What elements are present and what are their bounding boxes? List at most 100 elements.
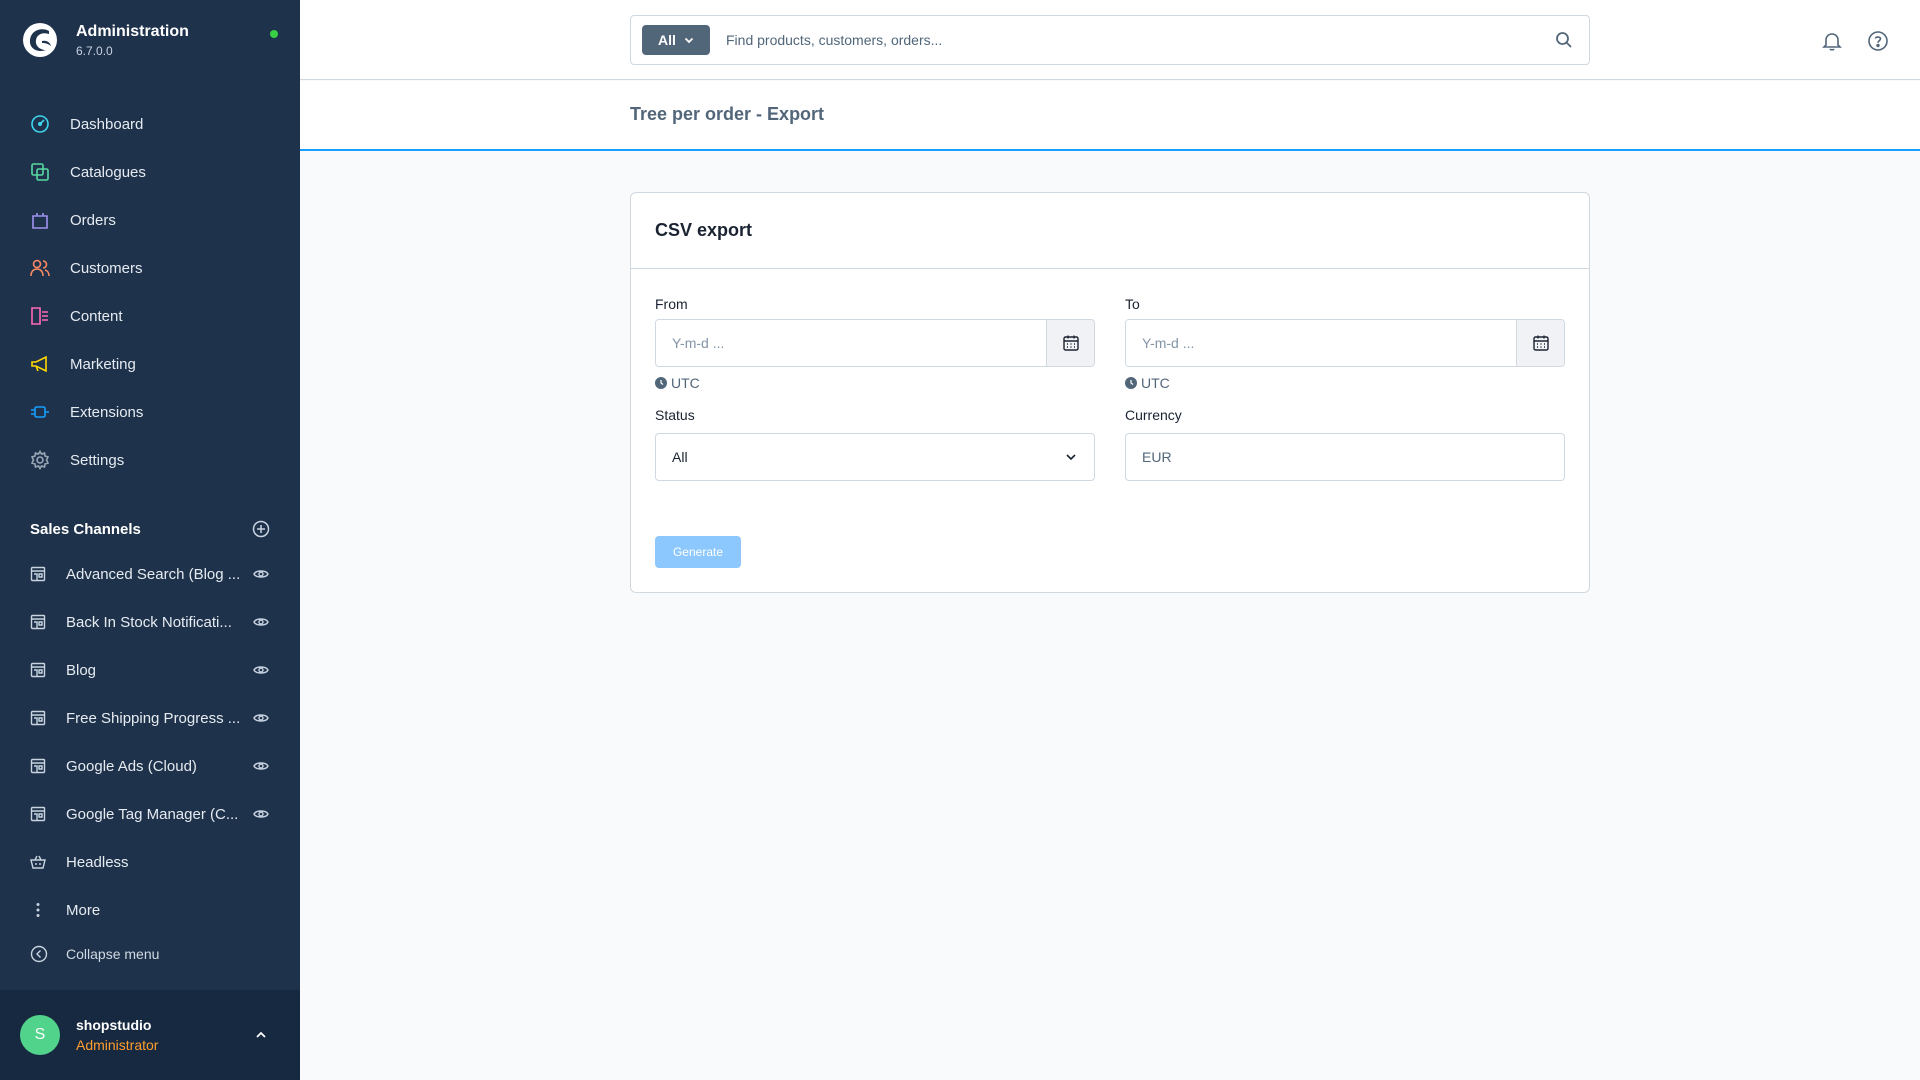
sales-channel-item[interactable]: Google Ads (Cloud) (0, 742, 300, 790)
search-type-label: All (658, 32, 676, 48)
brand[interactable]: Administration 6.7.0.0 (22, 22, 278, 58)
clock-icon (1125, 377, 1137, 389)
sales-channel-label: Google Ads (Cloud) (66, 757, 197, 775)
from-timezone: UTC (655, 375, 700, 391)
nav-label: Settings (70, 451, 125, 469)
more-label: More (66, 901, 101, 919)
to-date-input[interactable] (1126, 320, 1516, 366)
users-icon (30, 258, 50, 278)
calendar-icon (1062, 335, 1079, 351)
nav-label: Content (70, 307, 123, 325)
sales-channel-item[interactable]: Google Tag Manager (C... (0, 790, 300, 838)
storefront-icon (30, 806, 46, 822)
to-timezone-label: UTC (1141, 375, 1170, 391)
generate-button[interactable]: Generate (655, 536, 741, 568)
more-vertical-icon (30, 902, 46, 918)
sales-channel-label: Google Tag Manager (C... (66, 805, 239, 823)
top-bar: All (300, 0, 1920, 80)
nav-item-extensions[interactable]: Extensions (0, 388, 300, 436)
bell-icon[interactable] (1821, 30, 1843, 52)
sidebar: Administration 6.7.0.0 Dashboard Catalog… (0, 0, 300, 1080)
eye-icon[interactable] (252, 566, 270, 582)
card-title: CSV export (655, 220, 753, 240)
app-version: 6.7.0.0 (76, 43, 113, 58)
status-select[interactable]: All (655, 433, 1095, 481)
eye-icon[interactable] (252, 806, 270, 822)
storefront-icon (30, 614, 46, 630)
sales-channel-label: Advanced Search (Blog ... (66, 565, 241, 583)
global-search: All (630, 15, 1590, 65)
chevron-down-icon (1066, 454, 1076, 461)
search-icon[interactable] (1555, 31, 1573, 49)
sales-channel-list: Advanced Search (Blog ... Back In Stock … (0, 550, 300, 934)
nav-item-catalogues[interactable]: Catalogues (0, 148, 300, 196)
nav-label: Extensions (70, 403, 144, 421)
currency-field[interactable]: EUR (1125, 433, 1565, 481)
generate-label: Generate (672, 545, 724, 559)
nav-item-marketing[interactable]: Marketing (0, 340, 300, 388)
bag-icon (30, 210, 50, 230)
nav-item-settings[interactable]: Settings (0, 436, 300, 484)
nav-item-dashboard[interactable]: Dashboard (0, 100, 300, 148)
storefront-icon (30, 662, 46, 678)
megaphone-icon (30, 354, 50, 374)
nav-label: Marketing (70, 355, 136, 373)
currency-label: Currency (1125, 407, 1182, 423)
sales-channel-item[interactable]: Free Shipping Progress ... (0, 694, 300, 742)
status-dot (270, 30, 278, 38)
nav-label: Dashboard (70, 115, 144, 133)
nav-label: Customers (70, 259, 143, 277)
add-sales-channel-icon[interactable] (252, 520, 270, 538)
nav-item-content[interactable]: Content (0, 292, 300, 340)
user-name: shopstudio (76, 1017, 152, 1033)
csv-export-card: CSV export From UTC To UTC Status All Cu… (630, 192, 1590, 593)
gear-icon (30, 450, 50, 470)
chevron-up-icon[interactable] (254, 1028, 268, 1042)
from-label: From (655, 296, 688, 312)
from-calendar-button[interactable] (1046, 320, 1094, 366)
sales-channel-item[interactable]: Back In Stock Notificati... (0, 598, 300, 646)
to-calendar-button[interactable] (1516, 320, 1564, 366)
calendar-icon (1532, 335, 1549, 351)
from-date-input[interactable] (656, 320, 1046, 366)
eye-icon[interactable] (252, 710, 270, 726)
sales-channels-header: Sales Channels (30, 520, 270, 538)
to-date-field (1125, 319, 1565, 367)
to-label: To (1125, 296, 1140, 312)
search-input[interactable] (726, 25, 1546, 55)
to-timezone: UTC (1125, 375, 1170, 391)
page-title: Tree per order - Export (630, 104, 825, 124)
help-icon[interactable] (1867, 30, 1889, 52)
main-nav: Dashboard Catalogues Orders Customers Co… (0, 100, 300, 484)
sales-channels-title: Sales Channels (30, 520, 141, 538)
clock-icon (655, 377, 667, 389)
search-type-dropdown[interactable]: All (642, 25, 710, 55)
status-label: Status (655, 407, 695, 423)
catalogues-icon (30, 162, 50, 182)
chevron-down-icon (684, 37, 694, 44)
sales-channel-label: Headless (66, 853, 129, 871)
nav-item-orders[interactable]: Orders (0, 196, 300, 244)
sales-channel-item[interactable]: Blog (0, 646, 300, 694)
currency-value: EUR (1142, 449, 1172, 465)
collapse-menu-button[interactable]: Collapse menu (30, 945, 159, 963)
eye-icon[interactable] (252, 758, 270, 774)
eye-icon[interactable] (252, 614, 270, 630)
from-timezone-label: UTC (671, 375, 700, 391)
user-role: Administrator (76, 1037, 159, 1053)
avatar: S (20, 1015, 60, 1055)
nav-item-customers[interactable]: Customers (0, 244, 300, 292)
sales-channel-label: Free Shipping Progress ... (66, 709, 241, 727)
nav-label: Orders (70, 211, 116, 229)
app-title: Administration (76, 22, 189, 40)
page-header: Tree per order - Export (300, 81, 1920, 151)
basket-icon (30, 854, 46, 870)
eye-icon[interactable] (252, 662, 270, 678)
collapse-menu-label: Collapse menu (66, 946, 160, 962)
sales-channel-item[interactable]: Advanced Search (Blog ... (0, 550, 300, 598)
user-menu[interactable]: S shopstudio Administrator (0, 990, 300, 1080)
sales-channel-more[interactable]: More (0, 886, 300, 934)
storefront-icon (30, 566, 46, 582)
sales-channel-item[interactable]: Headless (0, 838, 300, 886)
chevron-left-circle-icon (30, 945, 48, 963)
